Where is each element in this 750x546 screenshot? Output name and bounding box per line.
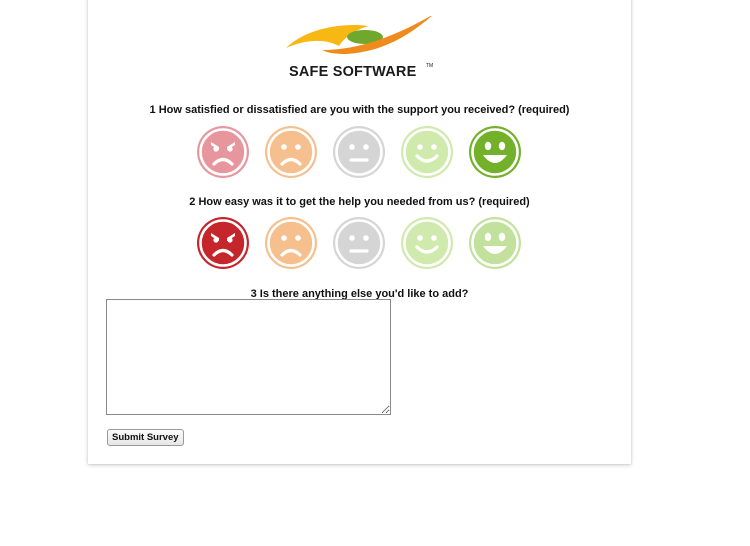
neutral-face-icon — [333, 126, 385, 178]
rating-option-4[interactable] — [399, 215, 455, 271]
rating-option-2[interactable] — [263, 215, 319, 271]
brand-name: SAFE SOFTWARE — [289, 64, 417, 80]
easy-face-icon — [401, 217, 453, 269]
very-satisfied-face-icon — [469, 126, 521, 178]
very-difficult-face-icon — [197, 217, 249, 269]
rating-option-2[interactable] — [263, 124, 319, 180]
survey-card: SAFE SOFTWARE TM 1 How satisfied or diss… — [88, 0, 631, 464]
dissatisfied-face-icon — [265, 126, 317, 178]
very-dissatisfied-face-icon — [197, 126, 249, 178]
rating-option-1[interactable] — [195, 215, 251, 271]
rating-option-3[interactable] — [331, 124, 387, 180]
question-1-label: 1 How satisfied or dissatisfied are you … — [149, 104, 570, 116]
submit-survey-button[interactable]: Submit Survey — [107, 429, 184, 446]
rating-option-3[interactable] — [331, 215, 387, 271]
rating-option-1[interactable] — [195, 124, 251, 180]
very-easy-face-icon — [469, 217, 521, 269]
question-2-rating — [195, 215, 525, 271]
question-1-rating — [195, 124, 525, 180]
rating-option-5[interactable] — [467, 215, 523, 271]
safe-software-logo: SAFE SOFTWARE TM — [284, 16, 440, 80]
swoosh-logo-icon — [286, 16, 432, 54]
trademark-mark: TM — [426, 63, 434, 69]
neutral-face-icon — [333, 217, 385, 269]
rating-option-5[interactable] — [467, 124, 523, 180]
difficult-face-icon — [265, 217, 317, 269]
question-2-label: 2 How easy was it to get the help you ne… — [189, 196, 530, 208]
rating-option-4[interactable] — [399, 124, 455, 180]
satisfied-face-icon — [401, 126, 453, 178]
comments-textarea[interactable] — [106, 299, 391, 415]
